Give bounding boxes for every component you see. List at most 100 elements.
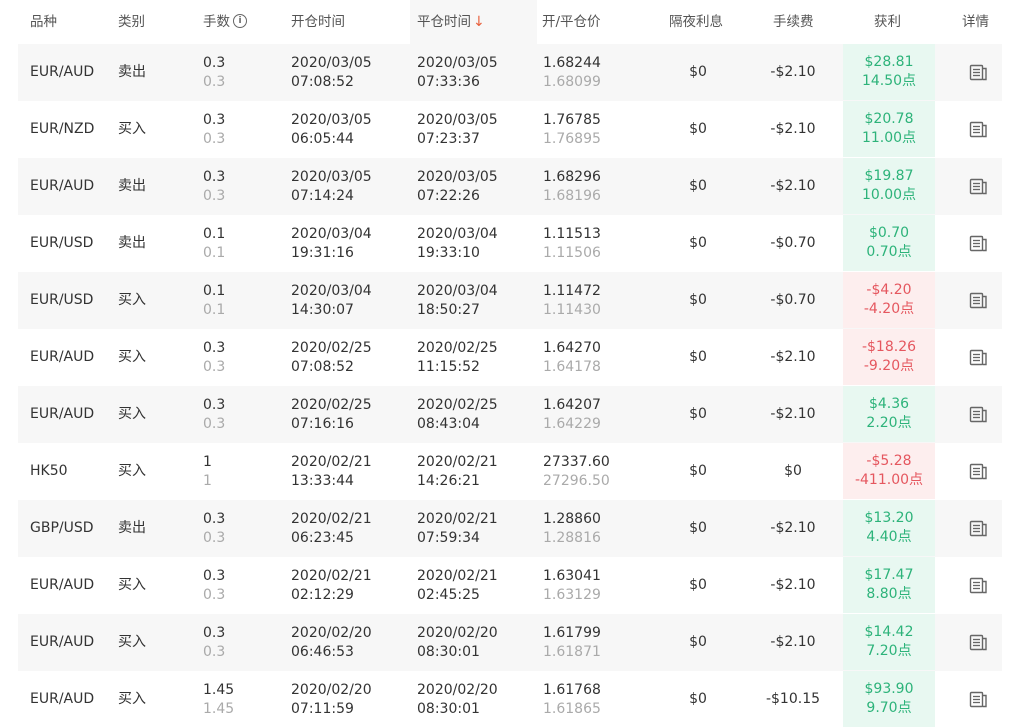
price-cell: 1.64207 1.64229 — [543, 396, 601, 434]
table-row[interactable]: EUR/AUD 卖出 0.3 0.3 2020/03/05 07:08:52 2… — [18, 44, 1002, 101]
fee-cell: -$2.10 — [770, 178, 816, 194]
lots-closed-value: 1.45 — [203, 701, 235, 717]
open-price: 1.76785 — [543, 112, 601, 128]
fee-cell: -$2.10 — [770, 349, 816, 365]
swap-cell: $0 — [689, 64, 707, 80]
profit-amount: -$18.26 — [861, 339, 917, 355]
profit-cell: -$4.20 -4.20点 — [843, 272, 935, 328]
profit-cell: $17.47 8.80点 — [843, 557, 935, 613]
lots-closed-value: 0.3 — [203, 530, 226, 546]
open-time: 06:05:44 — [291, 131, 354, 147]
profit-amount: $14.42 — [864, 624, 914, 640]
price-cell: 1.11472 1.11430 — [543, 282, 601, 320]
open-date: 2020/03/04 — [291, 226, 372, 242]
open-date: 2020/02/21 — [291, 454, 372, 470]
close-time-cell: 2020/02/20 08:30:01 — [417, 624, 498, 662]
price-cell: 1.76785 1.76895 — [543, 111, 601, 149]
fee-cell: -$10.15 — [765, 691, 821, 707]
close-price: 1.68099 — [543, 74, 601, 90]
swap-cell: $0 — [689, 463, 707, 479]
profit-amount: $13.20 — [864, 510, 914, 526]
arrow-down-icon[interactable]: ↓ — [473, 14, 485, 30]
lots-closed-value: 0.3 — [203, 587, 226, 603]
document-icon[interactable] — [969, 177, 988, 196]
info-icon[interactable]: i — [233, 14, 247, 28]
table-row[interactable]: EUR/AUD 买入 0.3 0.3 2020/02/21 02:12:29 2… — [18, 557, 1002, 614]
open-time-cell: 2020/03/05 07:08:52 — [291, 54, 372, 92]
document-icon[interactable] — [969, 519, 988, 538]
close-price: 27296.50 — [543, 473, 610, 489]
swap-cell: $0 — [689, 634, 707, 650]
header-profit[interactable]: 获利 — [874, 0, 901, 44]
close-date: 2020/03/05 — [417, 55, 498, 71]
close-time: 19:33:10 — [417, 245, 480, 261]
type-cell: 卖出 — [118, 64, 146, 80]
document-icon[interactable] — [969, 690, 988, 709]
header-fee[interactable]: 手续费 — [773, 0, 814, 44]
profit-amount: $19.87 — [864, 168, 914, 184]
table-row[interactable]: EUR/AUD 买入 0.3 0.3 2020/02/20 06:46:53 2… — [18, 614, 1002, 671]
fee-cell: -$0.70 — [770, 292, 816, 308]
header-close-time[interactable]: 平仓时间 ↓ — [417, 0, 485, 44]
swap-cell: $0 — [689, 577, 707, 593]
document-icon[interactable] — [969, 120, 988, 139]
type-cell: 买入 — [118, 349, 146, 365]
table-row[interactable]: HK50 买入 1 1 2020/02/21 13:33:44 2020/02/… — [18, 443, 1002, 500]
symbol-cell: GBP/USD — [30, 520, 94, 536]
lots-closed-value: 1 — [203, 473, 212, 489]
document-icon[interactable] — [969, 291, 988, 310]
type-cell: 买入 — [118, 463, 146, 479]
close-price: 1.28816 — [543, 530, 601, 546]
header-type[interactable]: 类别 — [118, 0, 145, 44]
document-icon[interactable] — [969, 63, 988, 82]
profit-amount: $20.78 — [864, 111, 914, 127]
fee-cell: $0 — [784, 463, 802, 479]
table-row[interactable]: EUR/AUD 买入 0.3 0.3 2020/02/25 07:08:52 2… — [18, 329, 1002, 386]
header-close-time-label: 平仓时间 — [417, 14, 471, 30]
table-row[interactable]: EUR/USD 卖出 0.1 0.1 2020/03/04 19:31:16 2… — [18, 215, 1002, 272]
profit-points: -9.20点 — [863, 358, 915, 374]
header-lots[interactable]: 手数 i — [203, 0, 247, 44]
table-row[interactable]: EUR/USD 买入 0.1 0.1 2020/03/04 14:30:07 2… — [18, 272, 1002, 329]
table-row[interactable]: EUR/AUD 买入 1.45 1.45 2020/02/20 07:11:59… — [18, 671, 1002, 728]
document-icon[interactable] — [969, 576, 988, 595]
table-row[interactable]: EUR/AUD 买入 0.3 0.3 2020/02/25 07:16:16 2… — [18, 386, 1002, 443]
profit-amount: $4.36 — [868, 396, 910, 412]
header-open-time[interactable]: 开仓时间 — [291, 0, 345, 44]
document-icon[interactable] — [969, 348, 988, 367]
open-date: 2020/03/05 — [291, 55, 372, 71]
lots-closed-value: 0.3 — [203, 131, 226, 147]
header-symbol[interactable]: 品种 — [30, 0, 57, 44]
lots-cell: 1 1 — [203, 453, 212, 491]
table-row[interactable]: GBP/USD 卖出 0.3 0.3 2020/02/21 06:23:45 2… — [18, 500, 1002, 557]
type-cell: 买入 — [118, 121, 146, 137]
document-icon[interactable] — [969, 633, 988, 652]
lots-cell: 0.1 0.1 — [203, 282, 225, 320]
profit-cell: $20.78 11.00点 — [843, 101, 935, 157]
open-date: 2020/02/21 — [291, 568, 372, 584]
fee-cell: -$2.10 — [770, 64, 816, 80]
table-row[interactable]: EUR/NZD 买入 0.3 0.3 2020/03/05 06:05:44 2… — [18, 101, 1002, 158]
profit-cell: $28.81 14.50点 — [843, 44, 935, 100]
header-price[interactable]: 开/平仓价 — [542, 0, 601, 44]
open-price: 1.68296 — [543, 169, 601, 185]
open-time-cell: 2020/02/21 02:12:29 — [291, 567, 372, 605]
document-icon[interactable] — [969, 234, 988, 253]
document-icon[interactable] — [969, 462, 988, 481]
swap-cell: $0 — [689, 349, 707, 365]
open-date: 2020/02/25 — [291, 340, 372, 356]
close-date: 2020/03/04 — [417, 283, 498, 299]
lots-cell: 0.3 0.3 — [203, 510, 225, 548]
lots-value: 0.3 — [203, 511, 226, 527]
open-price: 1.28860 — [543, 511, 601, 527]
table-row[interactable]: EUR/AUD 卖出 0.3 0.3 2020/03/05 07:14:24 2… — [18, 158, 1002, 215]
table-body: EUR/AUD 卖出 0.3 0.3 2020/03/05 07:08:52 2… — [18, 44, 1002, 728]
symbol-cell: EUR/AUD — [30, 634, 95, 650]
close-price: 1.68196 — [543, 188, 601, 204]
close-time-cell: 2020/02/25 08:43:04 — [417, 396, 498, 434]
document-icon[interactable] — [969, 405, 988, 424]
price-cell: 1.63041 1.63129 — [543, 567, 601, 605]
profit-cell: -$18.26 -9.20点 — [843, 329, 935, 385]
header-swap[interactable]: 隔夜利息 — [669, 0, 723, 44]
open-price: 1.68244 — [543, 55, 601, 71]
